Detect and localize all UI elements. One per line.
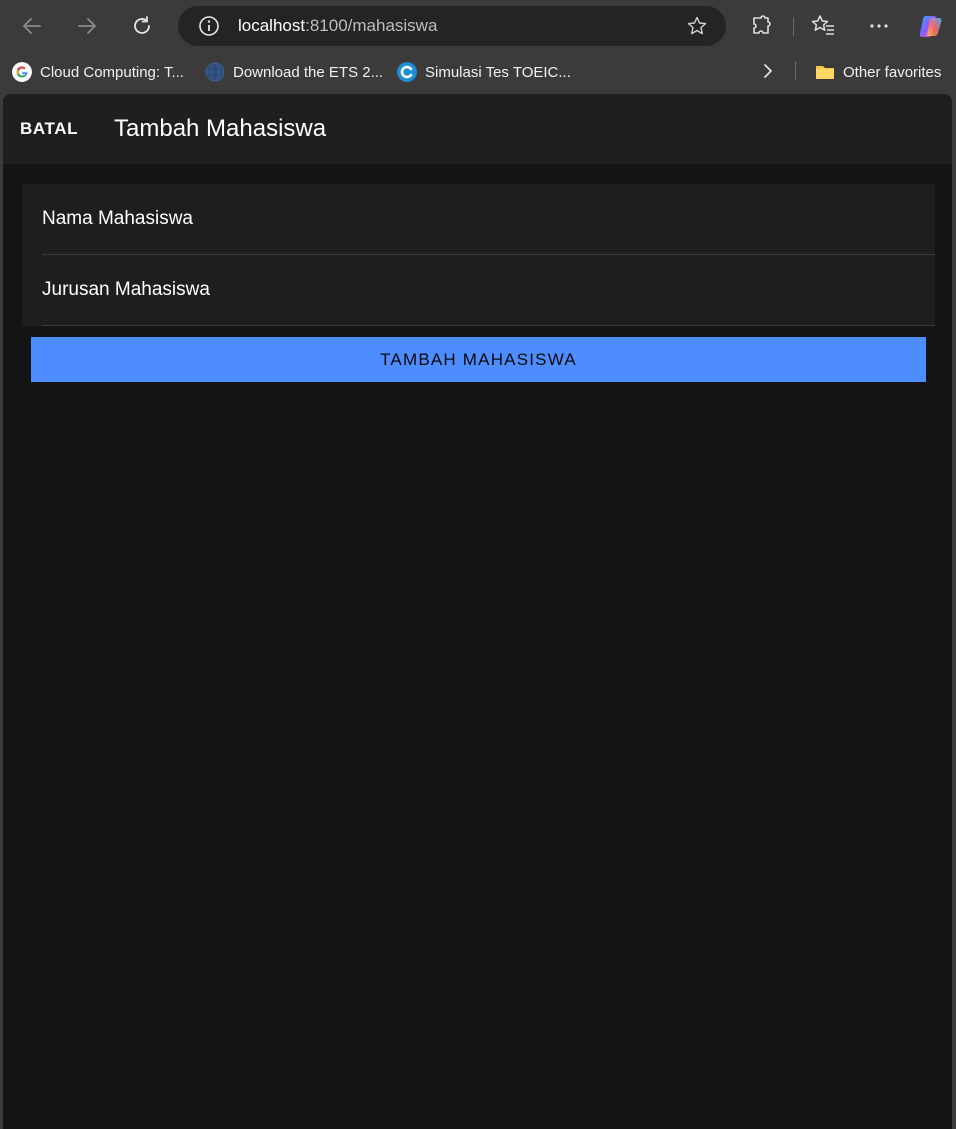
forward-button[interactable] (69, 8, 105, 44)
app-header: BATAL Tambah Mahasiswa (3, 94, 952, 164)
more-options-icon[interactable] (866, 13, 892, 39)
student-name-input[interactable] (42, 184, 935, 254)
back-button[interactable] (14, 8, 50, 44)
folder-icon (816, 66, 834, 79)
bookmark-label: Download the ETS 2... (233, 63, 384, 81)
favorites-icon[interactable] (810, 13, 836, 39)
name-item (42, 184, 935, 255)
browser-toolbar: localhost:8100/mahasiswa (0, 0, 956, 52)
extensions-icon[interactable] (749, 13, 775, 39)
reload-button[interactable] (124, 8, 160, 44)
copilot-icon[interactable] (917, 12, 945, 40)
chevron-right-icon[interactable] (757, 59, 779, 83)
student-major-input[interactable] (42, 255, 935, 325)
cancel-button[interactable]: BATAL (20, 119, 78, 139)
add-student-button[interactable]: TAMBAH MAHASISWA (31, 337, 926, 382)
other-favorites[interactable]: Other favorites (815, 61, 941, 83)
app-viewport: BATAL Tambah Mahasiswa TAMBAH MAHASISWA (3, 94, 952, 1129)
google-icon (12, 62, 32, 82)
toolbar-divider (793, 17, 794, 36)
address-bar[interactable]: localhost:8100/mahasiswa (178, 6, 726, 46)
star-icon[interactable] (686, 15, 708, 37)
bookmark-cloud-computing[interactable]: Cloud Computing: T... (12, 61, 184, 83)
student-form (22, 184, 935, 326)
bookmarks-bar: Cloud Computing: T... Download the ETS 2… (0, 52, 956, 92)
c-logo-icon (397, 62, 417, 82)
bookmark-label: Simulasi Tes TOEIC... (425, 63, 571, 81)
bookmarks-divider (795, 61, 796, 80)
info-icon[interactable] (198, 15, 220, 37)
arrow-right-icon (78, 18, 96, 34)
url-host: localhost (238, 16, 306, 35)
globe-icon (205, 62, 225, 82)
other-favorites-label: Other favorites (843, 63, 942, 81)
bookmark-simulasi-toeic[interactable]: Simulasi Tes TOEIC... (397, 61, 571, 83)
url-text[interactable]: localhost:8100/mahasiswa (238, 16, 437, 36)
bookmark-label: Cloud Computing: T... (40, 63, 184, 81)
page-title: Tambah Mahasiswa (114, 115, 327, 142)
major-item (42, 255, 935, 326)
arrow-left-icon (23, 18, 41, 34)
bookmark-download-ets[interactable]: Download the ETS 2... (205, 61, 383, 83)
reload-icon (134, 16, 150, 34)
url-path: :8100/mahasiswa (305, 16, 438, 35)
